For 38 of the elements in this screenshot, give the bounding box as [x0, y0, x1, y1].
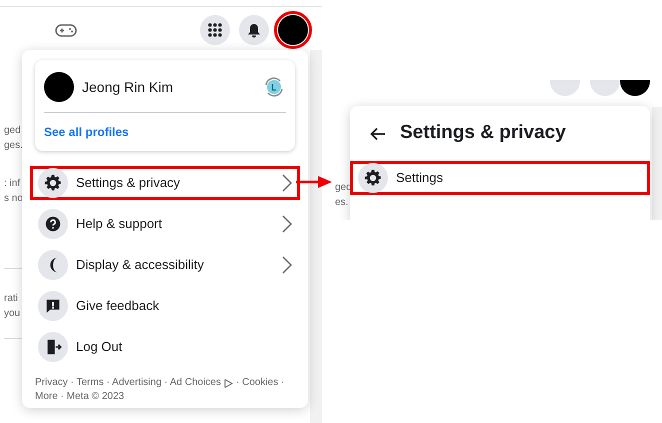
menu-item[interactable]: Log Out: [30, 330, 300, 364]
gear-icon: [364, 169, 382, 187]
menu-item[interactable]: Settings & privacy: [30, 166, 300, 200]
gear-icon: [44, 174, 62, 192]
menu-item-label: Give feedback: [76, 297, 160, 316]
menu-item-label: Settings & privacy: [76, 174, 182, 192]
menu-item-label: Settings: [396, 169, 444, 188]
menu-item-label: Display & accessibility: [76, 256, 205, 274]
ad-choices-icon[interactable]: [224, 378, 233, 388]
grid-icon: [207, 22, 223, 38]
text-fragment: es.: [335, 196, 350, 210]
profile-name[interactable]: Jeong Rin Kim: [82, 76, 254, 98]
submenu-title: Settings & privacy: [400, 121, 566, 146]
scrollbar[interactable]: [652, 107, 662, 220]
arrow: [296, 175, 332, 189]
exclamation-bubble-icon: [44, 297, 62, 315]
menu-item[interactable]: Help & support: [30, 207, 300, 241]
text-fragment: rati: [4, 292, 19, 306]
menu-item[interactable]: Give feedback: [30, 289, 300, 323]
text-fragment: : inf: [4, 177, 22, 191]
scrollbar[interactable]: [310, 50, 322, 423]
game-controller-icon[interactable]: [55, 24, 77, 37]
avatar: [44, 72, 74, 102]
text-fragment: ges.: [4, 139, 23, 153]
text-fragment: ged: [4, 124, 22, 138]
see-all-profiles-link[interactable]: See all profiles: [44, 123, 129, 141]
menu-item-label: Log Out: [76, 338, 124, 356]
question-mark-icon: [44, 215, 62, 233]
bell-icon: [247, 22, 261, 38]
footer-links: · Cookies ·: [236, 376, 284, 390]
text-fragment: you: [4, 307, 20, 321]
menu-item[interactable]: Display & accessibility: [30, 248, 300, 282]
footer-links: Privacy · Terms · Advertising · Ad Choices: [35, 376, 221, 390]
menu-item-label: Help & support: [76, 215, 163, 234]
footer-links: More · Meta © 2023: [35, 390, 126, 404]
menu-item[interactable]: Settings: [350, 161, 650, 195]
back-arrow-icon[interactable]: [370, 126, 386, 140]
avatar[interactable]: [278, 15, 308, 45]
